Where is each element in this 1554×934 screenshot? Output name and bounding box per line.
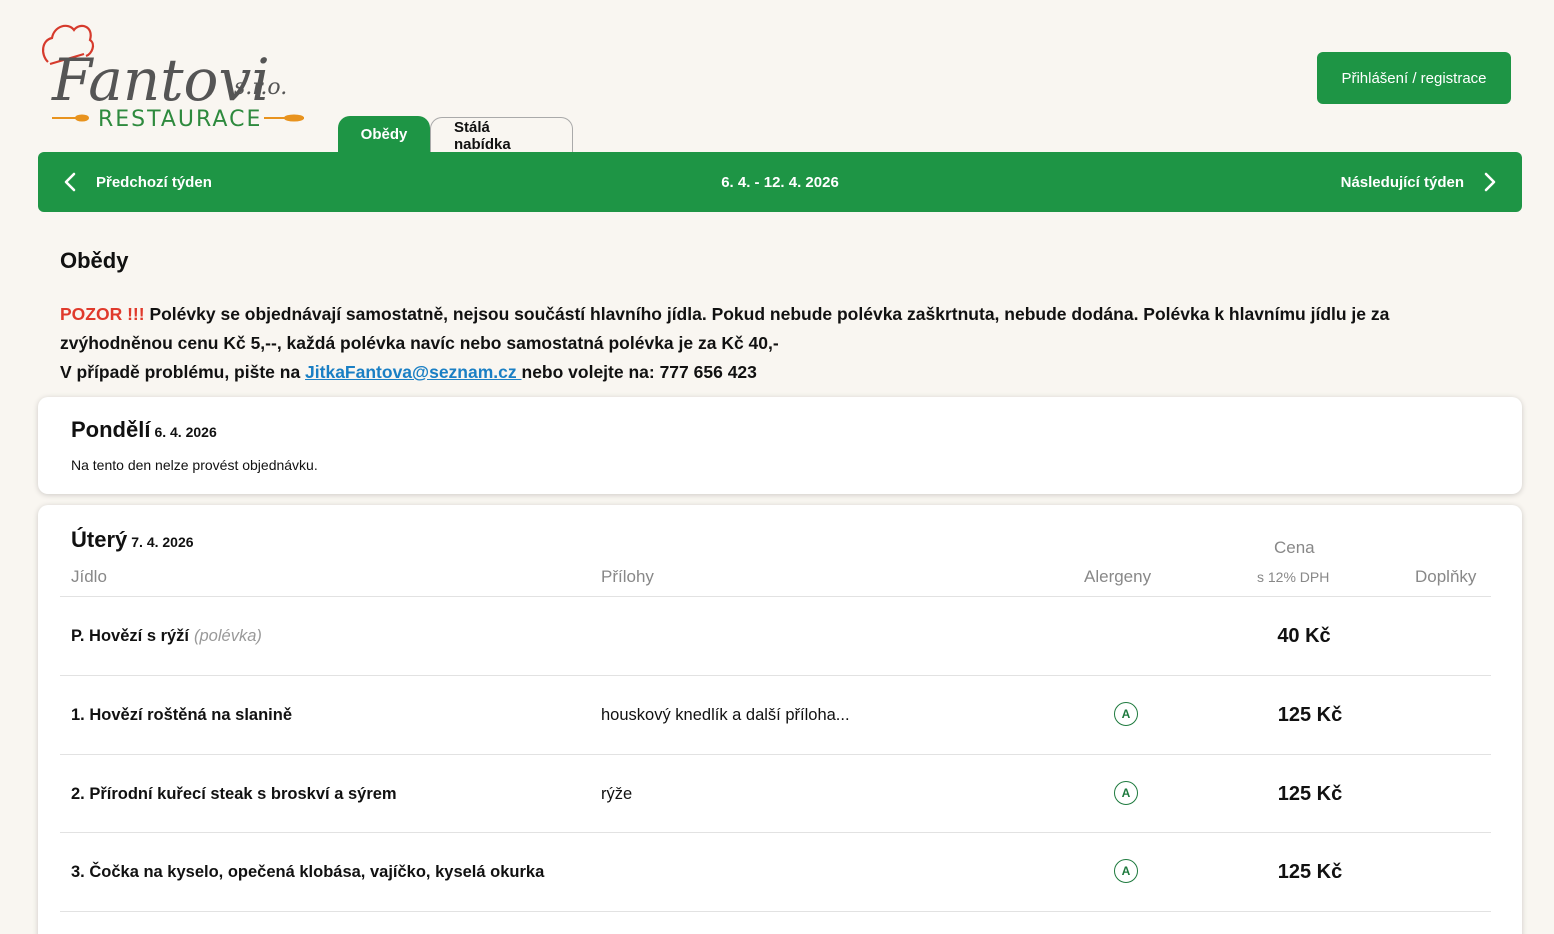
restaurant-logo[interactable]: Fantovi s.r.o. RESTAURACE [38,14,310,132]
column-header-price-note: s 12% DPH [1257,569,1330,585]
meal-name: P. Hovězí s rýží (polévka) [71,597,262,675]
logo-subtitle: RESTAURACE [98,107,262,132]
contact-suffix: nebo volejte na: 777 656 423 [521,362,757,382]
column-header-price: Cena [1274,538,1315,557]
day-heading: Úterý 7. 4. 2026 [71,527,194,553]
meal-hint: (polévka) [194,626,262,645]
table-row: 2. Přírodní kuřecí steak s broskví a sýr… [60,754,1491,833]
table-row: 1. Hovězí roštěná na slanině houskový kn… [60,675,1491,754]
week-range: 6. 4. - 12. 4. 2026 [721,173,839,191]
chevron-right-icon [1484,172,1496,192]
meal-name: 1. Hovězí roštěná na slanině [71,676,292,754]
column-header-allergens: Alergeny [1084,567,1152,586]
knife-icon [264,114,304,122]
week-navigation: Předchozí týden 6. 4. - 12. 4. 2026 Násl… [38,152,1522,212]
meal-sides: houskový knedlík a další příloha... [601,705,850,724]
allergen-badge[interactable]: A [1114,702,1138,726]
meal-sides: rýže [601,784,633,803]
order-notice: POZOR !!! Polévky se objednávají samosta… [60,300,1500,387]
column-header-sides: Přílohy [601,567,654,586]
day-date: 7. 4. 2026 [131,534,194,550]
day-name: Pondělí [71,417,151,442]
meal-price: 125 Kč [1277,703,1343,726]
day-date: 6. 4. 2026 [154,424,217,440]
next-week-button[interactable]: Následující týden [1341,152,1498,212]
notice-warning: POZOR !!! [60,304,145,324]
meal-title: 2. Přírodní kuřecí steak s broskví a sýr… [71,784,397,803]
column-header-meal: Jídlo [71,567,107,586]
day-note: Na tento den nelze provést objednávku. [71,457,318,473]
logo-suffix: s.r.o. [234,75,287,100]
meal-price: 125 Kč [1277,860,1343,883]
next-week-label: Následující týden [1340,173,1464,191]
login-register-button[interactable]: Přihlášení / registrace [1317,52,1511,104]
table-row: 3. Čočka na kyselo, opečená klobása, vaj… [60,832,1491,911]
notice-text: Polévky se objednávají samostatně, nejso… [60,304,1390,353]
allergen-badge[interactable]: A [1114,781,1138,805]
meal-title: 1. Hovězí roštěná na slanině [71,705,292,724]
meal-price: 125 Kč [1277,782,1343,805]
tab-standing-menu[interactable]: Stálá nabídka [430,117,573,153]
menu-tabs: Obědy Stálá nabídka [338,116,573,153]
page-title: Obědy [60,248,129,273]
contact-prefix: V případě problému, pište na [60,362,306,382]
contact-email-link[interactable]: JitkaFantova@seznam.cz [305,362,521,382]
day-name: Úterý [71,527,128,552]
table-row: P. Hovězí s rýží (polévka) 40 Kč [60,596,1491,675]
tab-lunches[interactable]: Obědy [338,116,430,153]
meal-title: P. Hovězí s rýží [71,626,190,645]
day-card-tuesday: Úterý 7. 4. 2026 Jídlo Přílohy Alergeny C… [38,505,1522,934]
meal-price: 40 Kč [1277,624,1331,647]
day-card-monday: Pondělí 6. 4. 2026 Na tento den nelze pro… [38,397,1522,494]
column-header-extras: Doplňky [1415,567,1477,586]
meal-name: 3. Čočka na kyselo, opečená klobása, vaj… [71,833,544,911]
fork-icon [52,114,89,122]
day-heading: Pondělí 6. 4. 2026 [71,417,217,443]
meal-name: 2. Přírodní kuřecí steak s broskví a sýr… [71,755,397,833]
allergen-badge[interactable]: A [1114,859,1138,883]
table-divider [60,911,1491,912]
meal-title: 3. Čočka na kyselo, opečená klobása, vaj… [71,862,545,881]
